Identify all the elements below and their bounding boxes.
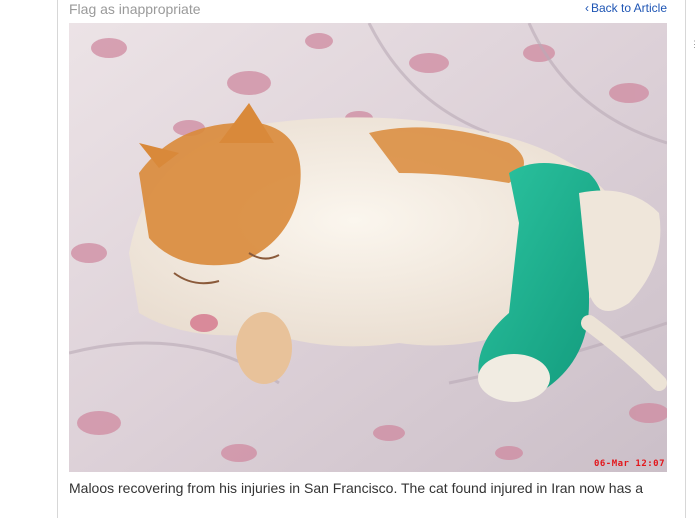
back-to-article-link[interactable]: ‹ Back to Article	[585, 1, 667, 15]
left-divider	[57, 0, 58, 518]
back-to-article-label: Back to Article	[590, 1, 667, 15]
cat-photo-illustration	[69, 23, 667, 472]
chevron-left-icon: ‹	[584, 1, 589, 15]
right-divider	[685, 0, 686, 518]
camera-timestamp: 06-Mar 12:07	[593, 459, 665, 469]
article-photo: 06-Mar 12:07	[69, 23, 667, 472]
flag-inappropriate-link[interactable]: Flag as inappropriate	[69, 1, 201, 17]
photo-toolbar: Flag as inappropriate ‹ Back to Article	[69, 0, 667, 18]
left-gutter	[0, 0, 57, 518]
scrollbar-hint[interactable]: ⋮	[690, 40, 696, 68]
photo-caption: Maloos recovering from his injuries in S…	[69, 480, 644, 496]
